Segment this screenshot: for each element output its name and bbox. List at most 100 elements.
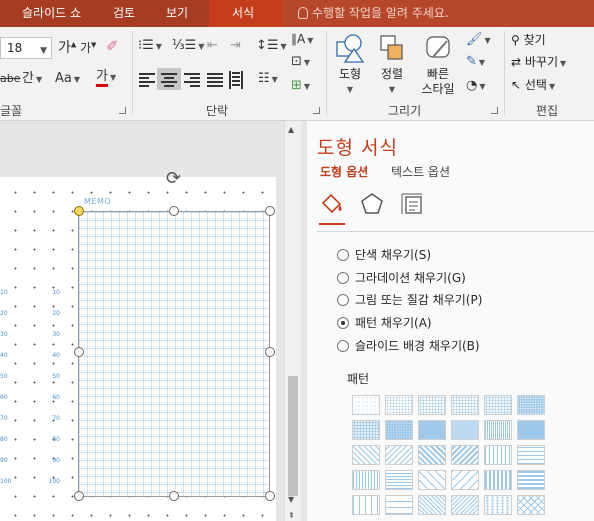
character-spacing-button[interactable]: 간 ▼ [22,72,42,85]
align-text-icon[interactable]: ⊡ ▼ [291,55,310,68]
resize-handle[interactable] [265,491,275,501]
pattern-swatch[interactable] [352,420,380,440]
pattern-swatch[interactable] [385,445,413,465]
pattern-swatch[interactable] [517,395,545,415]
pattern-swatch[interactable] [451,470,479,490]
pattern-swatch[interactable] [484,420,512,440]
quick-styles-button[interactable]: 빠른 스타일 [415,33,461,97]
distributed-icon[interactable] [229,71,243,89]
pattern-swatch[interactable] [517,495,545,515]
pattern-swatch[interactable] [418,395,446,415]
pattern-swatch[interactable] [451,395,479,415]
align-center-icon[interactable] [161,73,177,89]
pattern-swatch[interactable] [352,495,380,515]
dialog-launcher-icon[interactable] [491,107,498,114]
radio-background-fill[interactable]: 슬라이드 배경 채우기(B) [337,337,480,355]
justify-icon[interactable] [207,73,223,89]
vertical-scrollbar[interactable]: ▲ ▼ ⇞ [284,121,301,521]
memo-pattern-shape[interactable] [78,211,270,497]
radio-picture-fill[interactable]: 그림 또는 질감 채우기(P) [337,291,482,309]
tab-view[interactable]: 보기 [152,0,209,27]
pattern-swatch[interactable] [418,495,446,515]
pattern-swatch[interactable] [352,445,380,465]
pattern-swatch[interactable] [418,470,446,490]
resize-handle[interactable] [74,491,84,501]
pattern-swatch[interactable] [517,470,545,490]
resize-handle[interactable] [169,491,179,501]
chevron-down-icon[interactable]: ▼ [40,41,47,61]
shapes-button[interactable]: 도형 ▼ [332,33,368,97]
pattern-swatch[interactable] [451,445,479,465]
effects-tab[interactable] [359,191,385,217]
scroll-up-icon[interactable]: ▲ [288,125,294,134]
columns-icon[interactable]: ☷ ▼ [258,72,278,85]
numbering-icon[interactable]: ⅓☰ ▼ [172,39,204,52]
pattern-swatch[interactable] [484,445,512,465]
bullets-icon[interactable]: ⁝☰ ▼ [138,39,162,52]
shape-fill-icon[interactable]: 🖌 ▼ [466,33,491,46]
pattern-swatch[interactable] [451,495,479,515]
radio-button[interactable] [337,340,349,352]
smartart-icon[interactable]: ⊞ ▼ [291,79,310,92]
line-spacing-icon[interactable]: ↕☰ ▼ [256,39,287,52]
pattern-swatch[interactable] [352,470,380,490]
scroll-down-icon[interactable]: ▼ [288,495,294,504]
pattern-swatch[interactable] [517,420,545,440]
pattern-swatch[interactable] [418,420,446,440]
tab-text-options[interactable]: 텍스트 옵션 [391,163,450,180]
dialog-launcher-icon[interactable] [313,107,320,114]
pattern-swatch[interactable] [385,470,413,490]
decrease-indent-icon[interactable]: ⇤ [207,39,218,52]
adjust-handle[interactable] [74,206,84,216]
scroll-thumb[interactable] [288,376,298,496]
pattern-swatch[interactable] [484,495,512,515]
resize-handle[interactable] [74,347,84,357]
pattern-swatch[interactable] [484,470,512,490]
replace-button[interactable]: ⇄ 바꾸기 ▼ [511,54,566,72]
radio-button[interactable] [337,249,349,261]
pattern-swatch[interactable] [352,395,380,415]
tab-shape-options[interactable]: 도형 옵션 [320,163,368,180]
previous-slide-icon[interactable]: ⇞ [288,511,295,520]
align-left-icon[interactable] [139,73,155,89]
increase-indent-icon[interactable]: ⇥ [230,39,241,52]
pattern-swatch[interactable] [418,445,446,465]
grow-font-button[interactable]: 가▲ [58,41,76,55]
pattern-swatch[interactable] [451,420,479,440]
tab-format[interactable]: 서식 [209,0,282,27]
radio-button[interactable] [337,272,349,284]
resize-handle[interactable] [265,206,275,216]
font-color-button[interactable]: 가 ▼ [96,69,116,87]
align-right-icon[interactable] [184,73,200,89]
size-properties-tab[interactable] [399,191,425,217]
tell-me-search[interactable]: 수행할 작업을 알려 주세요. [298,0,449,27]
resize-handle[interactable] [169,206,179,216]
radio-solid-fill[interactable]: 단색 채우기(S) [337,246,431,264]
pattern-swatch[interactable] [517,445,545,465]
pattern-swatch[interactable] [385,395,413,415]
change-case-button[interactable]: Aa ▼ [55,72,80,85]
resize-handle[interactable] [265,347,275,357]
shape-outline-icon[interactable]: ✎ ▼ [466,55,485,68]
font-size-combobox[interactable]: 18 ▼ [0,37,52,59]
pattern-swatch[interactable] [484,395,512,415]
radio-button-selected[interactable] [337,317,349,329]
shape-effects-icon[interactable]: ◔ ▼ [466,79,486,92]
arrange-button[interactable]: 정렬 ▼ [376,33,408,97]
tab-review[interactable]: 검토 [95,0,152,27]
pattern-swatch[interactable] [385,420,413,440]
text-direction-icon[interactable]: ∥A ▼ [291,33,313,45]
fill-line-tab[interactable] [319,191,345,225]
radio-pattern-fill[interactable]: 패턴 채우기(A) [337,314,432,332]
dialog-launcher-icon[interactable] [119,107,126,114]
radio-button[interactable] [337,294,349,306]
pattern-swatch[interactable] [385,495,413,515]
strikethrough-icon[interactable]: abe [0,73,21,84]
radio-gradient-fill[interactable]: 그라데이션 채우기(G) [337,269,466,287]
select-button[interactable]: ↖ 선택 ▼ [511,77,555,95]
find-button[interactable]: ⚲ 찾기 [511,32,546,48]
rotate-handle-icon[interactable]: ⟳ [166,168,181,189]
clear-formatting-icon[interactable]: ✐ [106,39,119,54]
shrink-font-button[interactable]: 가▼ [80,42,96,55]
tab-slideshow[interactable]: 슬라이드 쇼 [0,0,95,27]
